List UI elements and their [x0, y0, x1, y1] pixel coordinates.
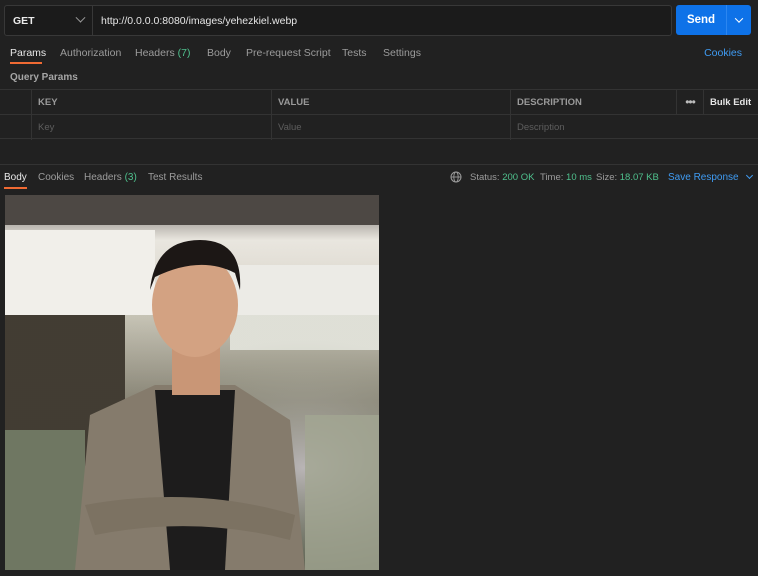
- save-response-button[interactable]: Save Response: [668, 171, 753, 183]
- tab-response-cookies[interactable]: Cookies: [38, 172, 74, 183]
- row-checkbox-cell: [0, 115, 31, 140]
- value-input[interactable]: Value: [271, 115, 510, 140]
- save-response-label: Save Response: [668, 172, 739, 183]
- send-button[interactable]: Send: [676, 5, 751, 35]
- checkbox-column-header: [0, 90, 31, 114]
- table-row: Key Value Description: [0, 115, 758, 140]
- key-column-header: KEY: [31, 90, 271, 114]
- active-response-tab-indicator: [4, 187, 27, 189]
- more-icon[interactable]: •••: [676, 90, 703, 114]
- tab-authorization[interactable]: Authorization: [60, 47, 121, 59]
- tab-headers-count: (7): [177, 47, 191, 59]
- tab-response-headers[interactable]: Headers (3): [84, 172, 137, 183]
- tab-body[interactable]: Body: [207, 47, 231, 59]
- time-value: 10 ms: [566, 172, 592, 183]
- description-input[interactable]: Description: [510, 115, 758, 140]
- send-options-button[interactable]: [727, 14, 751, 23]
- tab-response-headers-label: Headers: [84, 172, 122, 183]
- tab-response-body[interactable]: Body: [4, 172, 27, 183]
- status-label: Status:: [470, 172, 500, 183]
- globe-icon[interactable]: [450, 171, 462, 183]
- tab-prerequest-script[interactable]: Pre-request Script: [246, 47, 331, 59]
- tab-tests[interactable]: Tests: [342, 47, 367, 59]
- status-readout: Status: 200 OK: [470, 172, 534, 183]
- tab-settings[interactable]: Settings: [383, 47, 421, 59]
- request-tabs: Params Authorization Headers (7) Body Pr…: [0, 42, 758, 64]
- time-readout: Time: 10 ms: [540, 172, 592, 183]
- size-value: 18.07 KB: [619, 172, 659, 183]
- tab-headers-label: Headers: [135, 47, 175, 59]
- tab-params[interactable]: Params: [10, 47, 46, 59]
- cookies-link[interactable]: Cookies: [704, 47, 742, 59]
- tab-test-results[interactable]: Test Results: [148, 172, 202, 183]
- key-input[interactable]: Key: [31, 115, 271, 140]
- chevron-down-icon: [75, 12, 86, 23]
- chevron-down-icon: [734, 14, 744, 23]
- value-column-header: VALUE: [271, 90, 510, 114]
- time-label: Time:: [540, 172, 564, 183]
- active-tab-indicator: [10, 62, 42, 64]
- table-header-row: KEY VALUE DESCRIPTION ••• Bulk Edit: [0, 90, 758, 115]
- size-label: Size:: [596, 172, 618, 183]
- query-params-table: KEY VALUE DESCRIPTION ••• Bulk Edit Key …: [0, 89, 758, 140]
- query-params-title: Query Params: [10, 72, 78, 83]
- url-input[interactable]: http://0.0.0.0:8080/images/yehezkiel.web…: [93, 15, 297, 27]
- size-readout: Size: 18.07 KB: [596, 172, 659, 183]
- chevron-down-icon: [745, 171, 753, 180]
- description-column-header: DESCRIPTION: [510, 90, 676, 114]
- response-bar: Body Cookies Headers (3) Test Results St…: [0, 164, 758, 190]
- bulk-edit-button[interactable]: Bulk Edit: [703, 90, 758, 114]
- method-label: GET: [13, 14, 35, 27]
- send-label: Send: [686, 14, 716, 26]
- request-bar: GET http://0.0.0.0:8080/images/yehezkiel…: [4, 5, 672, 36]
- method-select[interactable]: GET: [5, 6, 93, 35]
- tab-headers[interactable]: Headers (7): [135, 47, 190, 59]
- status-value: 200 OK: [502, 172, 535, 183]
- response-image-preview: [5, 195, 379, 570]
- tab-response-headers-count: (3): [124, 172, 137, 183]
